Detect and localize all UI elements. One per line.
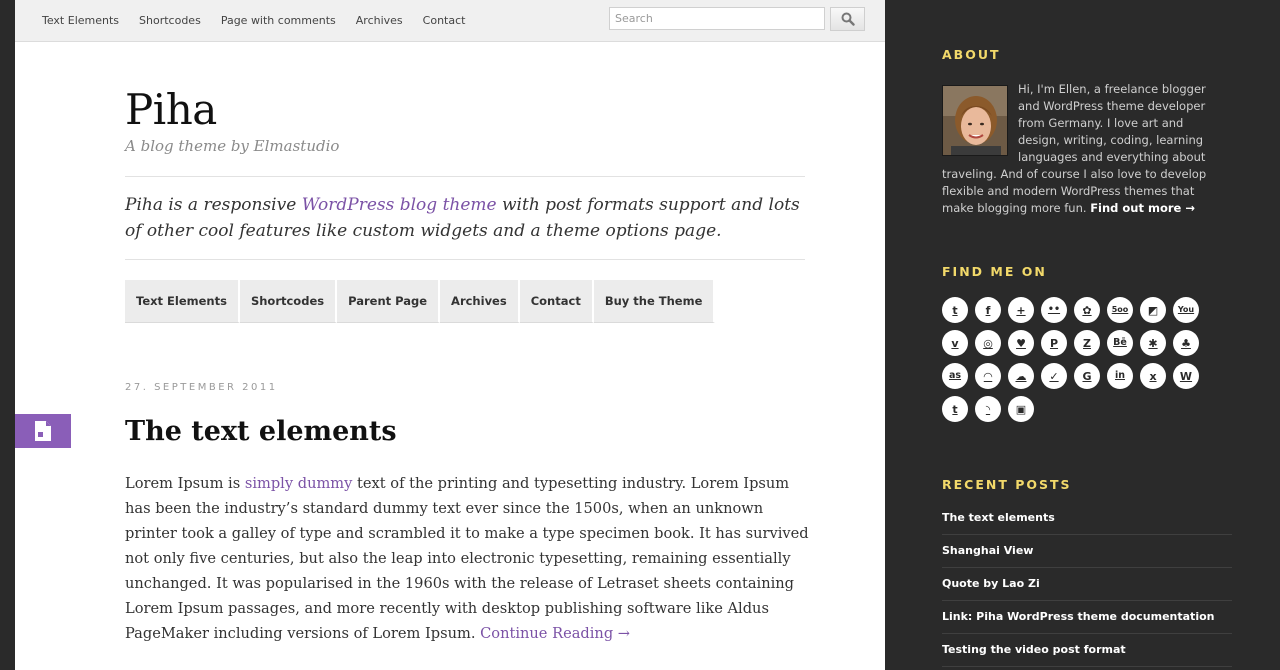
dribbble-icon[interactable]: ◎ (975, 330, 1001, 356)
menu-item-shortcodes[interactable]: Shortcodes (239, 280, 338, 323)
xing-icon[interactable]: x (1140, 363, 1166, 389)
google-plus-icon[interactable]: + (1008, 297, 1034, 323)
intro-text: Piha is a responsive WordPress blog them… (125, 192, 809, 244)
facebook-icon[interactable]: f (975, 297, 1001, 323)
find-me-widget-title: FIND ME ON (942, 264, 1047, 279)
social-icon-row: v ◎ ♥ P Z Bē ✱ ♣ (942, 330, 1212, 363)
path-icon[interactable]: ◠ (975, 363, 1001, 389)
recent-post-link[interactable]: Testing the video post format (942, 634, 1232, 667)
github-icon[interactable]: G (1074, 363, 1100, 389)
site-title[interactable]: Piha (125, 84, 217, 136)
top-nav-contact[interactable]: Contact (423, 14, 466, 27)
continue-reading-link[interactable]: Continue Reading → (480, 625, 630, 642)
divider (125, 176, 805, 177)
menu-item-buy-the-theme[interactable]: Buy the Theme (593, 280, 716, 323)
top-nav-archives[interactable]: Archives (356, 14, 403, 27)
post-inline-link[interactable]: simply dummy (245, 475, 353, 492)
pinterest-icon[interactable]: P (1041, 330, 1067, 356)
menu-item-text-elements[interactable]: Text Elements (125, 280, 240, 323)
recent-post-link[interactable]: Quote by Lao Zi (942, 568, 1232, 601)
search-icon (841, 12, 855, 26)
tumblr-icon[interactable]: t (942, 396, 968, 422)
social-icon-row: as ◠ ☁ ✓ Gin x W (942, 363, 1212, 396)
500px-icon[interactable]: 5oo (1107, 297, 1133, 323)
picasa-icon[interactable]: ✿ (1074, 297, 1100, 323)
left-gutter (0, 0, 15, 670)
find-out-more-link[interactable]: Find out more → (1090, 201, 1195, 215)
recent-posts-list: The text elements Shanghai View Quote by… (942, 502, 1232, 667)
vimeo-icon[interactable]: v (942, 330, 968, 356)
about-widget-title: ABOUT (942, 47, 1001, 62)
menu-item-archives[interactable]: Archives (440, 280, 520, 323)
top-nav-text-elements[interactable]: Text Elements (42, 14, 119, 27)
zootool-icon[interactable]: Z (1074, 330, 1100, 356)
social-icon-row: t f + •• ✿ 5oo ◩ You (942, 297, 1212, 330)
social-icon-row: t ◝ ▣ (942, 396, 1212, 429)
forrst-icon[interactable]: ✓ (1041, 363, 1067, 389)
social-icons: t f + •• ✿ 5oo ◩ You v ◎ ♥ P Z Bē ✱ ♣ as ◠ ☁ ✓ Gin x Wt ◝ ▣ (942, 297, 1212, 429)
divider (125, 259, 805, 260)
site-tagline: A blog theme by Elmastudio (125, 137, 340, 155)
recent-posts-widget-title: RECENT POSTS (942, 477, 1072, 492)
comments-rss-icon[interactable]: ▣ (1008, 396, 1034, 422)
recent-post-link[interactable]: Shanghai View (942, 535, 1232, 568)
intro-text-start: Piha is a responsive (125, 195, 302, 215)
post-date[interactable]: 27. SEPTEMBER 2011 (125, 382, 278, 393)
top-nav: Text Elements Shortcodes Page with comme… (42, 0, 485, 40)
post-excerpt-start: Lorem Ipsum is (125, 475, 245, 492)
spotify-icon[interactable]: ♣ (1173, 330, 1199, 356)
post-excerpt-end: text of the printing and typesetting ind… (125, 475, 809, 642)
twitter-icon[interactable]: t (942, 297, 968, 323)
post-excerpt: Lorem Ipsum is simply dummy text of the … (125, 471, 815, 646)
wordpress-icon[interactable]: W (1173, 363, 1199, 389)
menu-item-parent-page[interactable]: Parent Page (337, 280, 441, 323)
post-title[interactable]: The text elements (125, 412, 397, 452)
rss-icon[interactable]: ◝ (975, 396, 1001, 422)
linkedin-icon[interactable]: in (1107, 363, 1133, 389)
search-input[interactable] (609, 7, 825, 30)
recent-post-link[interactable]: Link: Piha WordPress theme documentation (942, 601, 1232, 634)
recent-post-link[interactable]: The text elements (942, 502, 1232, 535)
main-menu: Text Elements Shortcodes Parent Page Arc… (125, 280, 716, 323)
menu-item-contact[interactable]: Contact (519, 280, 594, 323)
top-bar: Text Elements Shortcodes Page with comme… (15, 0, 885, 42)
flickr-icon[interactable]: •• (1041, 297, 1067, 323)
page: Text Elements Shortcodes Page with comme… (0, 0, 1280, 670)
main-column: Text Elements Shortcodes Page with comme… (15, 0, 885, 670)
youtube-icon[interactable]: You (1173, 297, 1199, 323)
heart-icon[interactable]: ♥ (1008, 330, 1034, 356)
soundcloud-icon[interactable]: ☁ (1008, 363, 1034, 389)
lastfm-icon[interactable]: as (942, 363, 968, 389)
delicious-icon[interactable]: ◩ (1140, 297, 1166, 323)
top-nav-page-with-comments[interactable]: Page with comments (221, 14, 336, 27)
intro-link[interactable]: WordPress blog theme (302, 195, 497, 215)
document-icon (35, 421, 51, 441)
bug-icon[interactable]: ✱ (1140, 330, 1166, 356)
about-text: Hi, I'm Ellen, a freelance blogger and W… (942, 81, 1226, 217)
top-nav-shortcodes[interactable]: Shortcodes (139, 14, 201, 27)
search-button[interactable] (830, 7, 865, 31)
post-format-tab[interactable] (15, 414, 71, 448)
behance-icon[interactable]: Bē (1107, 330, 1133, 356)
